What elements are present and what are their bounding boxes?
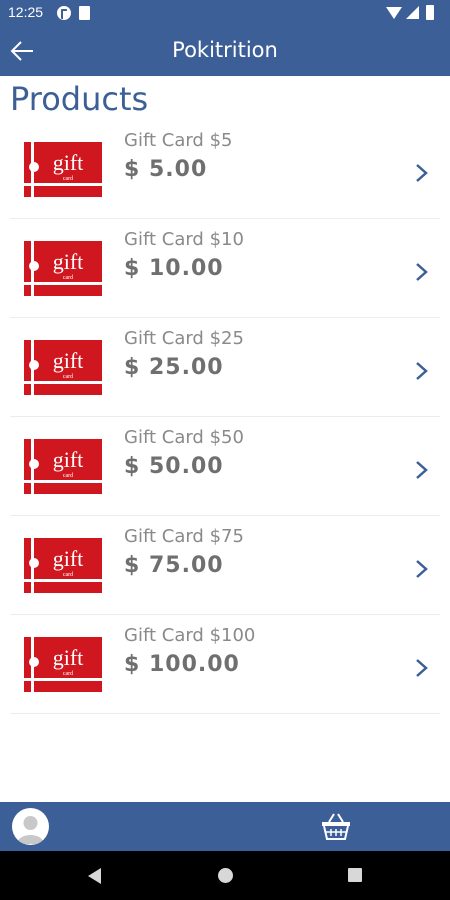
gift-card-image-subtext: card — [63, 176, 73, 182]
wifi-icon — [386, 7, 402, 19]
product-price: $ 50.00 — [124, 454, 224, 479]
product-price: $ 10.00 — [124, 256, 224, 281]
user-avatar-icon[interactable] — [12, 808, 49, 845]
gift-card-image-text: gift — [53, 249, 84, 274]
product-name: Gift Card $25 — [124, 328, 244, 349]
chevron-right-icon — [416, 659, 428, 677]
chevron-right-icon — [416, 461, 428, 479]
gift-card-image-text: gift — [53, 447, 84, 472]
battery-icon — [426, 5, 434, 20]
app-title: Pokitrition — [172, 38, 278, 62]
gift-card-image-text: gift — [53, 150, 84, 175]
product-name: Gift Card $75 — [124, 526, 244, 547]
app-bar: Pokitrition — [0, 26, 450, 76]
list-item[interactable]: gift card Gift Card $10 $ 10.00 — [10, 219, 440, 318]
list-item[interactable]: gift card Gift Card $100 $ 100.00 — [10, 615, 440, 714]
product-name: Gift Card $5 — [124, 130, 233, 151]
notification-app-icon — [57, 6, 71, 20]
gift-card-image: gift card — [24, 340, 102, 395]
status-bar: 12:25 — [0, 0, 450, 26]
list-item[interactable]: gift card Gift Card $25 $ 25.00 — [10, 318, 440, 417]
system-back-icon[interactable] — [88, 868, 101, 884]
product-price: $ 75.00 — [124, 553, 224, 578]
product-name: Gift Card $10 — [124, 229, 244, 250]
list-item[interactable]: gift card Gift Card $5 $ 5.00 — [10, 120, 440, 219]
chevron-right-icon — [416, 164, 428, 182]
product-list: gift card Gift Card $5 $ 5.00 gift card … — [10, 120, 440, 714]
chevron-right-icon — [416, 560, 428, 578]
gift-card-image: gift card — [24, 142, 102, 197]
chevron-right-icon — [416, 362, 428, 380]
status-time: 12:25 — [8, 4, 44, 20]
app-screen: 12:25 Pokitrition Products gift card Gif… — [0, 0, 450, 900]
bottom-tab-bar — [0, 802, 450, 851]
list-item[interactable]: gift card Gift Card $50 $ 50.00 — [10, 417, 440, 516]
basket-icon[interactable] — [321, 812, 351, 840]
gift-card-image: gift card — [24, 538, 102, 593]
product-name: Gift Card $100 — [124, 625, 256, 646]
cell-signal-icon — [406, 6, 419, 19]
product-price: $ 25.00 — [124, 355, 224, 380]
gift-card-image-subtext: card — [63, 473, 73, 479]
product-price: $ 5.00 — [124, 157, 208, 182]
product-name: Gift Card $50 — [124, 427, 244, 448]
gift-card-image-subtext: card — [63, 275, 73, 281]
list-item[interactable]: gift card Gift Card $75 $ 75.00 — [10, 516, 440, 615]
system-navigation-bar — [0, 851, 450, 900]
gift-card-image: gift card — [24, 241, 102, 296]
person-silhouette-icon — [17, 816, 44, 844]
gift-card-image: gift card — [24, 439, 102, 494]
gift-card-image-subtext: card — [63, 671, 73, 677]
system-home-icon[interactable] — [218, 868, 233, 883]
product-price: $ 100.00 — [124, 652, 240, 677]
system-recents-icon[interactable] — [348, 868, 362, 882]
sd-card-icon — [79, 6, 90, 20]
gift-card-image-text: gift — [53, 645, 84, 670]
gift-card-image-subtext: card — [63, 374, 73, 380]
chevron-right-icon — [416, 263, 428, 281]
gift-card-image-text: gift — [53, 546, 84, 571]
page-title: Products — [10, 80, 149, 118]
gift-card-image-text: gift — [53, 348, 84, 373]
gift-card-image-subtext: card — [63, 572, 73, 578]
gift-card-image: gift card — [24, 637, 102, 692]
